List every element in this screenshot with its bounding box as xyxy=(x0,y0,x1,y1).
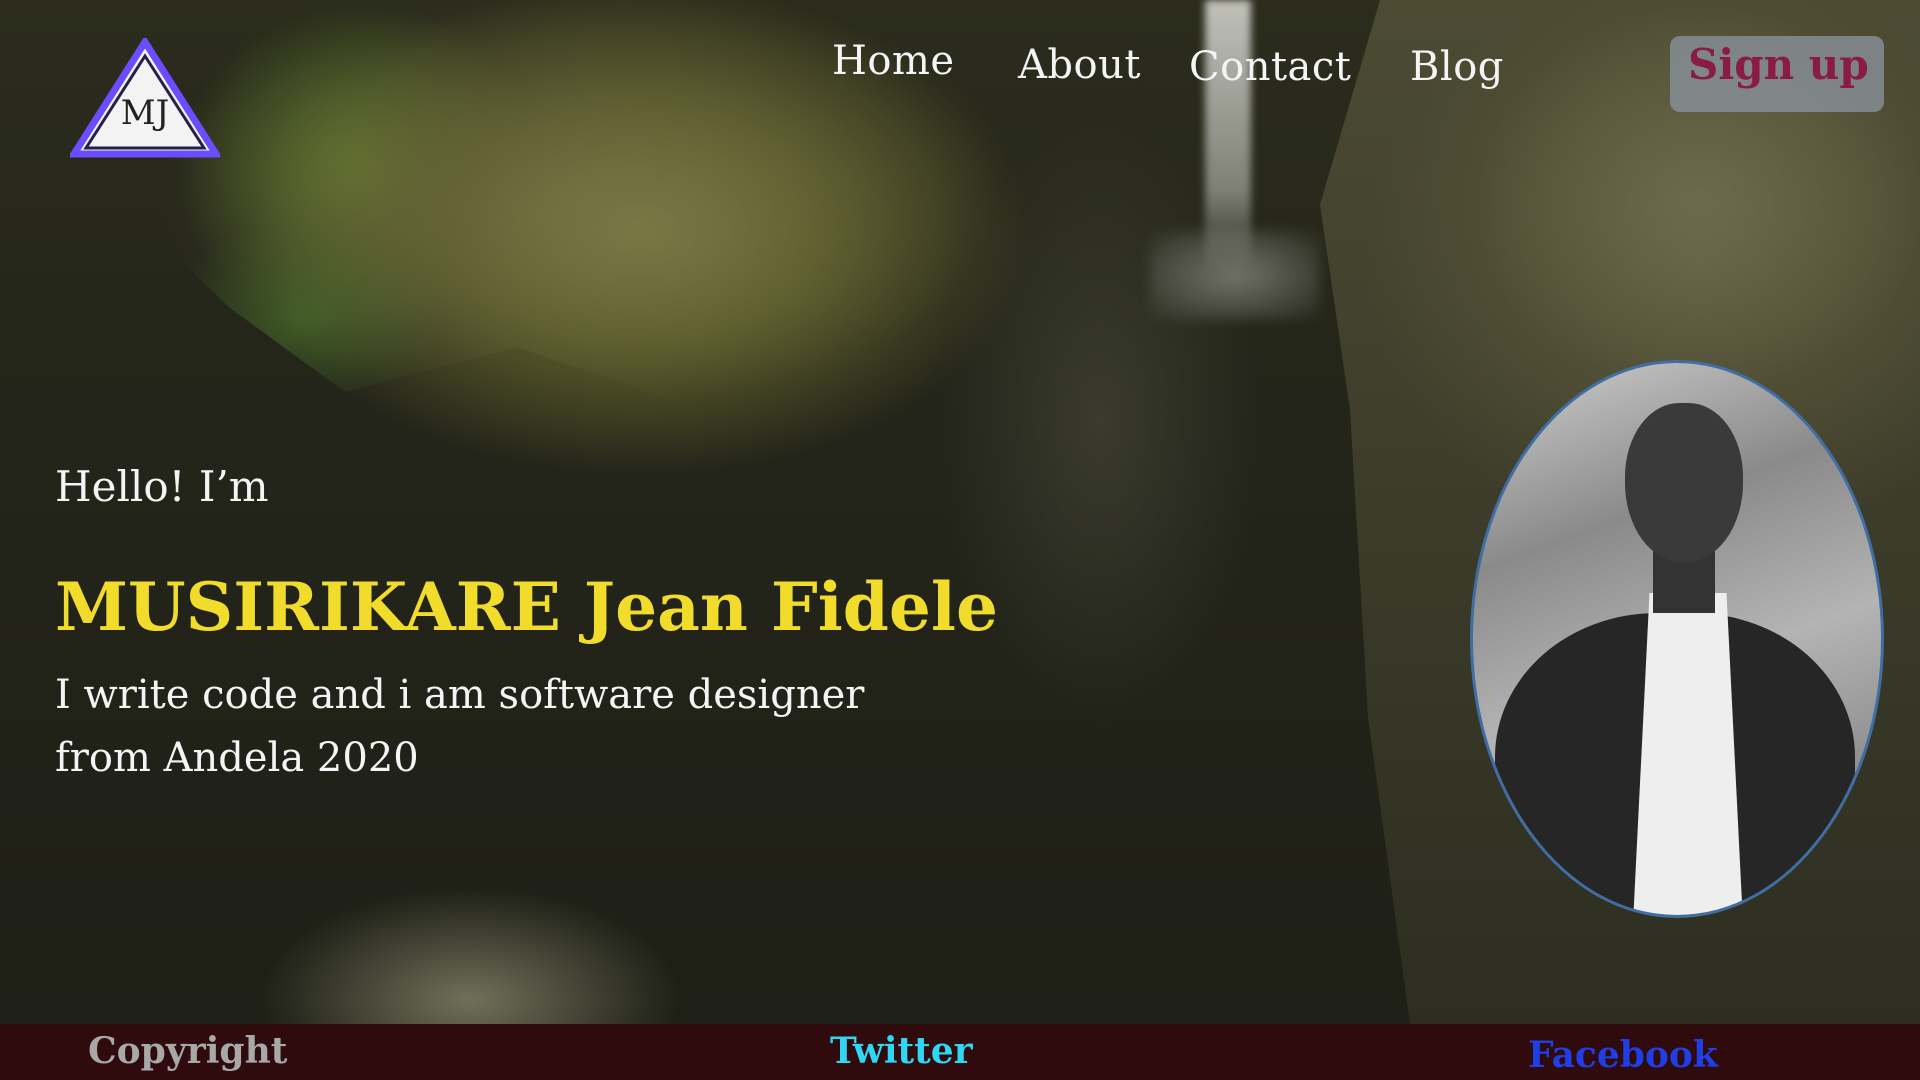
logo-triangle-icon: MJ xyxy=(67,35,223,158)
nav-contact[interactable]: Contact xyxy=(1189,44,1351,90)
nav-about[interactable]: About xyxy=(1018,42,1141,88)
footer-facebook-link[interactable]: Facebook xyxy=(1528,1034,1718,1076)
nav-blog[interactable]: Blog xyxy=(1410,44,1504,90)
tagline-line-2: from Andela 2020 xyxy=(55,735,419,781)
logo-text: MJ xyxy=(121,93,169,133)
profile-photo xyxy=(1470,360,1884,918)
greeting-text: Hello! I’m xyxy=(55,462,269,511)
tagline-line-1: I write code and i am software designer xyxy=(55,672,865,718)
footer-twitter-link[interactable]: Twitter xyxy=(830,1030,973,1072)
photo-head xyxy=(1625,403,1743,563)
hero-tagline: I write code and i am software designer … xyxy=(55,664,875,790)
waterfall-mist xyxy=(1150,230,1320,320)
nav-home[interactable]: Home xyxy=(832,38,955,84)
site-logo[interactable]: MJ xyxy=(67,35,223,158)
footer-copyright: Copyright xyxy=(88,1030,288,1072)
footer-bar: Copyright Twitter Facebook xyxy=(0,1024,1920,1080)
sign-up-button[interactable]: Sign up xyxy=(1670,36,1884,112)
hero-name: MUSIRIKARE Jean Fidele xyxy=(55,568,998,646)
photo-shirt xyxy=(1633,593,1743,915)
